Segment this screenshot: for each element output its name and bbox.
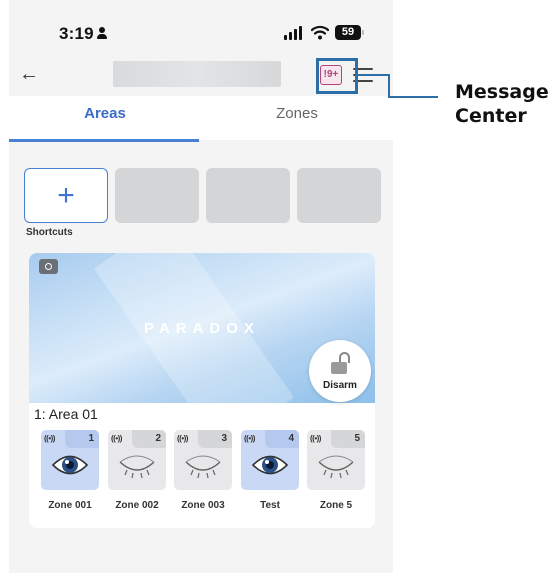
zone-number: 4	[288, 433, 294, 444]
zone-number: 1	[88, 433, 94, 444]
zone-label: Zone 001	[48, 500, 92, 511]
cellular-signal-icon	[284, 26, 304, 40]
add-shortcut-button[interactable]: +	[24, 168, 108, 223]
active-tab-indicator	[9, 139, 199, 142]
wireless-signal-icon: ((•))	[244, 434, 255, 443]
zone-tile[interactable]: ((•)) 3	[174, 430, 232, 490]
zone-label: Test	[260, 500, 280, 511]
wireless-signal-icon: ((•))	[44, 434, 55, 443]
callout-label-line1: Message	[455, 81, 549, 103]
status-bar: 3:19 59	[9, 0, 393, 56]
tab-areas[interactable]: Areas	[9, 96, 201, 140]
shortcut-slot[interactable]	[115, 168, 199, 223]
zone-tile[interactable]: ((•)) 2	[108, 430, 166, 490]
zone-number: 3	[221, 433, 227, 444]
wireless-signal-icon: ((•))	[310, 434, 321, 443]
battery-icon: 59	[335, 25, 361, 40]
closed-eye-icon	[185, 455, 221, 479]
callout-highlight-box	[316, 58, 358, 94]
callout-label-line2: Center	[455, 105, 527, 127]
callout-connector	[388, 74, 390, 98]
zone-label: Zone 5	[319, 500, 353, 511]
closed-eye-icon	[119, 455, 155, 479]
zone-label: Zone 002	[115, 500, 159, 511]
zone-tile[interactable]: ((•)) 1	[41, 430, 99, 490]
zone-label: Zone 003	[181, 500, 225, 511]
camera-icon[interactable]	[39, 259, 58, 274]
wireless-signal-icon: ((•))	[111, 434, 122, 443]
plus-icon: +	[57, 179, 75, 212]
callout-connector	[388, 96, 438, 98]
status-time: 3:19	[59, 24, 94, 43]
page-title-redacted	[113, 61, 281, 87]
tab-zones[interactable]: Zones	[201, 96, 393, 140]
callout-connector	[358, 74, 388, 76]
person-icon	[97, 27, 107, 39]
wireless-signal-icon: ((•))	[177, 434, 188, 443]
shortcut-slot[interactable]	[206, 168, 290, 223]
zone-tile[interactable]: ((•)) 4	[241, 430, 299, 490]
disarm-button[interactable]: Disarm	[309, 340, 371, 402]
disarm-label: Disarm	[323, 380, 357, 391]
brand-logo: PARADOX	[144, 320, 260, 337]
area-card: PARADOX Disarm 1: Area 01 ((•)) 1 Zone 0…	[29, 253, 375, 528]
zone-tile[interactable]: ((•)) 5	[307, 430, 365, 490]
area-banner: PARADOX Disarm	[29, 253, 375, 449]
screenshot-stage: 3:19 59 ← !9+ Areas Zones + Shortcuts PA…	[0, 0, 556, 573]
closed-eye-icon	[318, 455, 354, 479]
wifi-icon	[311, 25, 329, 40]
unlock-icon	[331, 352, 351, 374]
callout-label: Message Center	[455, 80, 549, 128]
zone-number: 2	[155, 433, 161, 444]
shortcut-slot[interactable]	[297, 168, 381, 223]
area-name: 1: Area 01	[34, 406, 98, 422]
back-arrow-icon[interactable]: ←	[19, 62, 39, 86]
open-eye-icon	[251, 455, 289, 475]
tab-bar: Areas Zones	[9, 96, 393, 140]
open-eye-icon	[51, 455, 89, 475]
battery-tip	[362, 30, 364, 35]
zone-number: 5	[354, 433, 360, 444]
shortcuts-label: Shortcuts	[26, 227, 73, 238]
